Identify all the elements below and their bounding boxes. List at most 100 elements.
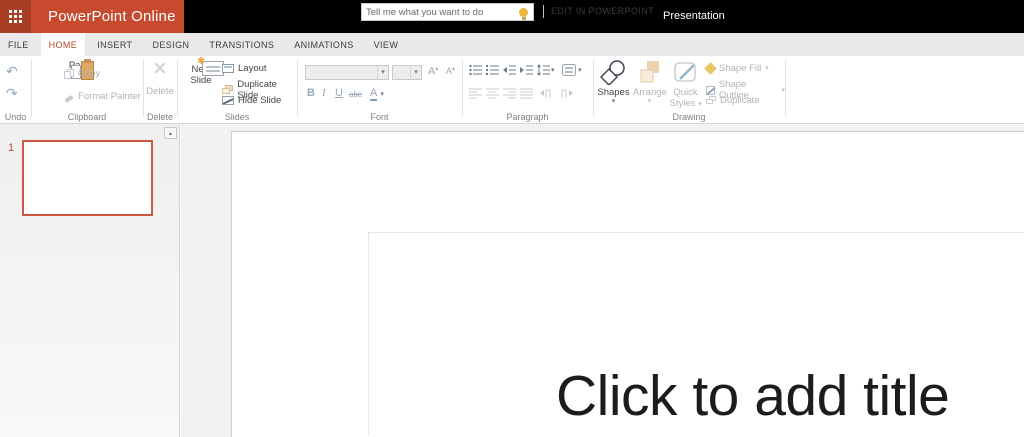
tell-me-search-box xyxy=(361,3,534,21)
font-size-combo[interactable]: ▾ xyxy=(392,65,422,80)
duplicate-slide-icon xyxy=(222,85,233,95)
shape-fill-label: Shape Fill xyxy=(719,63,762,74)
ribbon-group-clipboard: Paste Copy Format Painter Clipboard xyxy=(31,56,143,123)
tabbar-divider xyxy=(543,5,544,18)
arrange-button[interactable]: Arrange ▾ xyxy=(633,59,667,117)
tab-transitions[interactable]: TRANSITIONS xyxy=(201,33,282,56)
panel-scroll-up-button[interactable]: ▴ xyxy=(164,127,177,139)
decrease-indent-button[interactable] xyxy=(503,64,516,76)
shapes-button[interactable]: Shapes ▾ xyxy=(597,59,630,117)
arrange-label: Arrange xyxy=(633,87,667,98)
tab-file[interactable]: FILE xyxy=(0,33,37,56)
copy-button[interactable]: Copy xyxy=(64,68,100,79)
arrange-icon xyxy=(640,61,659,83)
delete-label: Delete xyxy=(146,86,174,97)
slide-canvas[interactable]: Click to add title xyxy=(231,131,1024,437)
align-text-button[interactable]: ▾ xyxy=(562,64,582,76)
quick-styles-icon xyxy=(673,62,696,82)
hide-slide-label: Hide Slide xyxy=(238,95,282,106)
bullets-button[interactable] xyxy=(469,64,482,76)
quick-styles-label-1: Quick xyxy=(673,87,698,98)
tab-animations[interactable]: ANIMATIONS xyxy=(286,33,361,56)
right-to-left-button[interactable] xyxy=(540,87,554,99)
document-title[interactable]: Presentation xyxy=(663,0,725,33)
ribbon: ↶ ↷ Undo Paste Copy Format Painter Clipb… xyxy=(0,56,1024,124)
duplicate-label: Duplicate xyxy=(720,95,760,106)
align-right-button[interactable] xyxy=(503,87,516,99)
shrink-font-button[interactable]: A▴ xyxy=(446,65,455,76)
font-group-label: Font xyxy=(370,112,389,122)
ribbon-group-drawing: Shapes ▾ Arrange ▾ Quick Styles ▾ Shape … xyxy=(593,56,785,123)
shape-fill-button[interactable]: Shape Fill ▾ xyxy=(704,62,769,75)
left-to-right-button[interactable] xyxy=(559,87,573,99)
ribbon-group-paragraph: ▾ ▾ Paragraph xyxy=(462,56,593,123)
undo-group-label: Undo xyxy=(4,112,27,122)
app-launcher-button[interactable] xyxy=(0,0,31,33)
slide-thumbnail-panel: 1 ▴ xyxy=(0,124,180,437)
ribbon-tab-bar: FILE HOME INSERT DESIGN TRANSITIONS ANIM… xyxy=(0,33,1024,56)
format-painter-label: Format Painter xyxy=(78,91,141,102)
clipboard-group-label: Clipboard xyxy=(67,112,107,122)
ribbon-group-delete: ✕ Delete Delete xyxy=(143,56,177,123)
underline-button[interactable]: U xyxy=(335,87,343,99)
delete-icon[interactable]: ✕ xyxy=(143,60,177,79)
drawing-group-label: Drawing xyxy=(672,112,706,122)
new-slide-label-2: Slide xyxy=(190,75,212,86)
strikethrough-button[interactable]: abc xyxy=(349,90,362,99)
align-left-button[interactable] xyxy=(469,87,482,99)
title-placeholder-text[interactable]: Click to add title xyxy=(556,363,950,429)
slide-editor-area: Click to add title xyxy=(181,124,1024,437)
lightbulb-icon xyxy=(519,7,528,20)
copy-icon xyxy=(64,68,74,79)
delete-group-label: Delete xyxy=(146,112,173,122)
italic-button[interactable]: I xyxy=(322,87,326,99)
brand-area: PowerPoint Online xyxy=(0,0,184,33)
layout-icon xyxy=(222,64,234,73)
group-separator xyxy=(785,59,786,117)
slide-1-thumbnail[interactable] xyxy=(22,140,153,216)
tab-home[interactable]: HOME xyxy=(40,33,86,56)
waffle-icon xyxy=(9,10,22,23)
grow-font-button[interactable]: A▴ xyxy=(428,65,438,78)
copy-label: Copy xyxy=(78,68,101,79)
ribbon-group-undo: ↶ ↷ Undo xyxy=(0,56,31,123)
app-title: PowerPoint Online xyxy=(48,8,176,25)
hide-slide-icon xyxy=(222,96,234,105)
format-painter-icon xyxy=(64,92,74,103)
redo-button[interactable]: ↷ xyxy=(6,86,18,100)
numbering-button[interactable] xyxy=(486,64,499,76)
new-slide-button[interactable]: ✱ New Slide xyxy=(185,56,224,116)
bold-button[interactable]: B xyxy=(307,87,315,99)
line-spacing-button[interactable]: ▾ xyxy=(537,64,555,76)
shape-fill-icon xyxy=(704,62,717,75)
font-name-combo[interactable]: ▾ xyxy=(305,65,389,80)
tell-me-input[interactable] xyxy=(362,6,519,18)
align-center-button[interactable] xyxy=(486,87,499,99)
tab-insert[interactable]: INSERT xyxy=(89,33,140,56)
layout-label: Layout xyxy=(238,63,267,74)
duplicate-icon xyxy=(706,96,716,105)
shapes-icon xyxy=(599,60,625,85)
quick-styles-label-2: Styles ▾ xyxy=(669,98,702,109)
ribbon-group-font: ▾ ▾ A▴ A▴ B I U abc A ▾ Font xyxy=(297,56,462,123)
tab-view[interactable]: VIEW xyxy=(366,33,407,56)
layout-button[interactable]: Layout xyxy=(222,63,267,74)
title-placeholder[interactable]: Click to add title xyxy=(368,232,1024,437)
hide-slide-button[interactable]: Hide Slide xyxy=(222,95,281,106)
ribbon-group-slides: ✱ New Slide Layout Duplicate Slide Hide … xyxy=(177,56,297,123)
format-painter-button[interactable]: Format Painter xyxy=(64,91,141,103)
undo-button[interactable]: ↶ xyxy=(6,64,18,78)
edit-in-powerpoint-button[interactable]: EDIT IN POWERPOINT xyxy=(551,0,654,23)
powerpoint-online-window: PowerPoint Online Presentation FILE HOME… xyxy=(0,0,1024,437)
slides-group-label: Slides xyxy=(224,112,250,122)
increase-indent-button[interactable] xyxy=(520,64,533,76)
tab-design[interactable]: DESIGN xyxy=(144,33,197,56)
quick-styles-button[interactable]: Quick Styles ▾ xyxy=(669,59,702,117)
paragraph-group-label: Paragraph xyxy=(506,112,549,122)
workspace: 1 ▴ Click to add title xyxy=(0,124,1024,437)
shape-outline-icon xyxy=(706,85,716,95)
duplicate-button[interactable]: Duplicate xyxy=(706,95,760,106)
font-color-button[interactable]: A ▾ xyxy=(370,87,384,101)
justify-button[interactable] xyxy=(520,87,533,99)
slide-number: 1 xyxy=(8,142,15,154)
